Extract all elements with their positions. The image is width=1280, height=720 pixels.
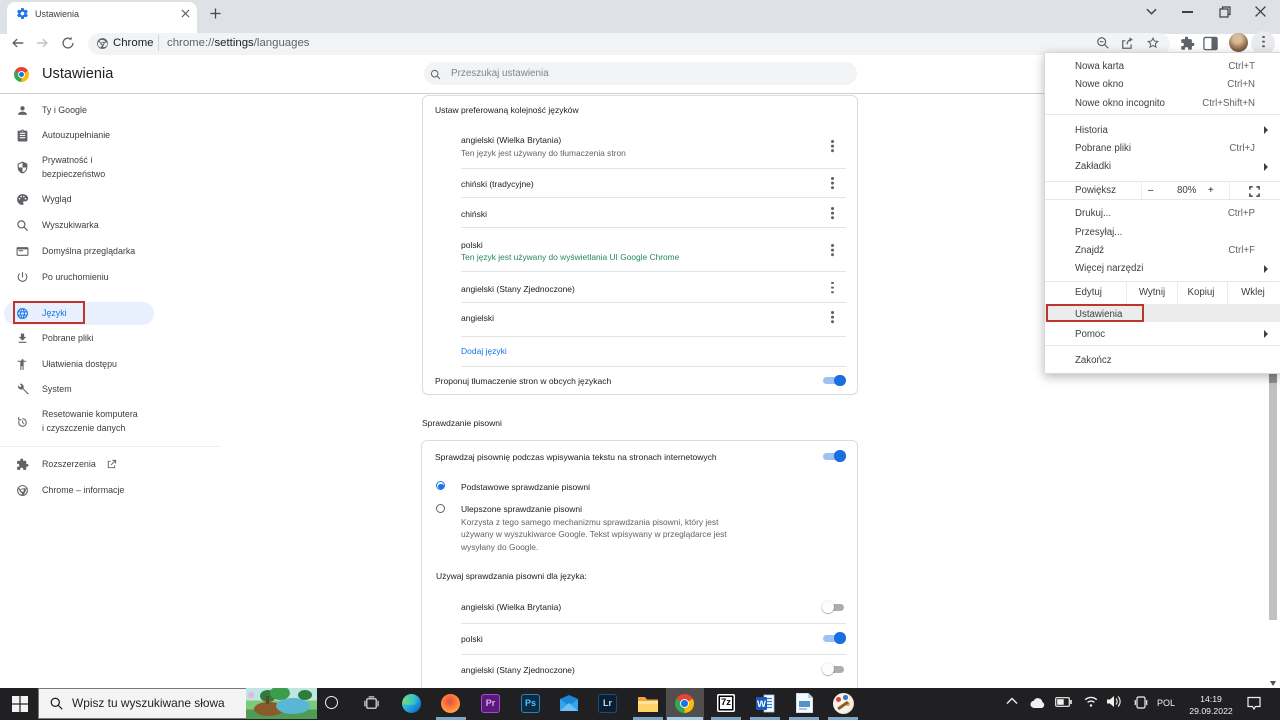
svg-text:W: W <box>757 699 766 710</box>
